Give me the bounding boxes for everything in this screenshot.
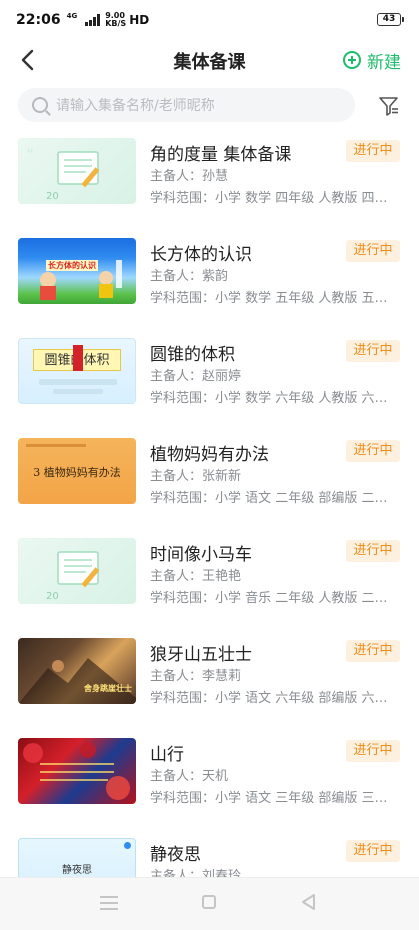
status-badge: 进行中 (346, 640, 400, 662)
lesson-title: 山行 (150, 745, 184, 765)
header: 集体备课 新建 (0, 40, 419, 80)
corner-dot-icon (124, 842, 131, 849)
lesson-thumbnail: 长方体的认识 (18, 238, 136, 304)
lesson-title: 长方体的认识 (150, 245, 252, 265)
status-badge: 进行中 (346, 240, 400, 262)
board-illustration-icon: “ (26, 145, 100, 188)
filter-button[interactable] (377, 94, 401, 118)
lesson-title: 角的度量 集体备课 (150, 145, 292, 165)
list-item[interactable]: 圆锥的体积 圆锥的体积 进行中 主备人：赵丽婷 学科范围：小学 数学 六年级 人… (0, 330, 419, 430)
lesson-owner: 主备人：王艳艳 (150, 569, 242, 584)
lesson-owner: 主备人：张新新 (150, 469, 242, 484)
thumb-caption: 静夜思 (62, 865, 92, 876)
list-item[interactable]: 静夜思 静夜思 进行中 主备人：刘春玲 (0, 830, 419, 877)
plus-circle-icon (343, 51, 361, 69)
maple-leaves-illustration-icon (23, 742, 130, 800)
status-badge: 进行中 (346, 140, 400, 162)
lesson-scope: 学科范围：小学 音乐 二年级 人教版 二… (150, 591, 388, 606)
list-item[interactable]: 长方体的认识 长方体的认识 进行中 主备人：紫韵 学科范围：小学 数学 五年级 … (0, 230, 419, 330)
thumb-line (26, 444, 86, 447)
status-time: 22:06 (16, 12, 61, 28)
status-badge: 进行中 (346, 540, 400, 562)
hd-indicator: HD (129, 13, 150, 27)
status-badge: 进行中 (346, 440, 400, 462)
search-icon (32, 97, 48, 113)
lesson-title: 圆锥的体积 (150, 345, 235, 365)
lesson-owner: 主备人：李慧莉 (150, 669, 242, 684)
battery-icon: 43 (377, 13, 404, 26)
lesson-thumbnail: 静夜思 (18, 838, 136, 877)
lesson-thumbnail: 20 (18, 538, 136, 604)
lesson-title: 植物妈妈有办法 (150, 445, 269, 465)
lesson-owner: 主备人：赵丽婷 (150, 369, 242, 384)
lesson-scope: 学科范围：小学 语文 六年级 部编版 六… (150, 691, 388, 706)
soldier-scene-illustration-icon (18, 658, 136, 704)
lesson-scope: 学科范围：小学 数学 四年级 人教版 四… (150, 191, 388, 206)
thumb-caption: 舍身跳崖壮士 (84, 684, 132, 693)
new-button[interactable]: 新建 (343, 46, 401, 74)
thumb-caption: 长方体的认识 (46, 260, 98, 271)
home-icon[interactable] (202, 895, 216, 909)
lesson-scope: 学科范围：小学 数学 六年级 人教版 六… (150, 391, 388, 406)
list-item[interactable]: 3 植物妈妈有办法 植物妈妈有办法 进行中 主备人：张新新 学科范围：小学 语文… (0, 430, 419, 530)
lesson-owner: 主备人：刘春玲 (150, 869, 242, 877)
thumb-line (53, 389, 103, 394)
thumb-line (39, 379, 117, 385)
list-item[interactable]: 舍身跳崖壮士 狼牙山五壮士 进行中 主备人：李慧莉 学科范围：小学 语文 六年级… (0, 630, 419, 730)
status-badge: 进行中 (346, 340, 400, 362)
board-illustration-icon (57, 551, 100, 588)
lesson-title: 静夜思 (150, 845, 201, 865)
status-badge: 进行中 (346, 740, 400, 762)
network-type: 4G (66, 12, 78, 20)
filter-icon (379, 97, 398, 116)
lesson-title: 狼牙山五壮士 (150, 645, 252, 665)
lesson-owner: 主备人：孙慧 (150, 169, 229, 184)
thumb-caption: 20 (46, 191, 59, 202)
status-bar: 22:06 4G 9.00 KB/S HD 43 (0, 0, 419, 40)
bookmark-icon (73, 345, 83, 371)
search-row: 请输入集备名称/老师昵称 (18, 88, 401, 124)
signal-icon (85, 14, 101, 26)
lesson-list: “ 20 角的度量 集体备课 进行中 主备人：孙慧 学科范围：小学 数学 四年级… (0, 130, 419, 877)
search-input[interactable]: 请输入集备名称/老师昵称 (18, 88, 355, 122)
thumb-caption: 20 (46, 591, 59, 602)
back-triangle-icon[interactable] (300, 893, 318, 911)
lesson-thumbnail: 3 植物妈妈有办法 (18, 438, 136, 504)
lesson-scope: 学科范围：小学 语文 二年级 部编版 二… (150, 491, 388, 506)
speed-unit: KB/S (105, 19, 127, 28)
lesson-owner: 主备人：天机 (150, 769, 229, 784)
thumb-caption: 3 植物妈妈有办法 (33, 466, 121, 479)
search-placeholder: 请输入集备名称/老师昵称 (56, 98, 215, 114)
lesson-scope: 学科范围：小学 数学 五年级 人教版 五… (150, 291, 388, 306)
kids-scene-illustration-icon (40, 260, 122, 300)
lesson-scope: 学科范围：小学 语文 三年级 部编版 三… (150, 791, 388, 806)
list-item[interactable]: 山行 进行中 主备人：天机 学科范围：小学 语文 三年级 部编版 三… (0, 730, 419, 830)
list-item[interactable]: 20 时间像小马车 进行中 主备人：王艳艳 学科范围：小学 音乐 二年级 人教版… (0, 530, 419, 630)
lesson-owner: 主备人：紫韵 (150, 269, 229, 284)
network-speed: 9.00 KB/S (105, 12, 126, 28)
list-item[interactable]: “ 20 角的度量 集体备课 进行中 主备人：孙慧 学科范围：小学 数学 四年级… (0, 130, 419, 230)
menu-icon[interactable] (100, 896, 118, 910)
lesson-title: 时间像小马车 (150, 545, 252, 565)
system-nav-bar (0, 877, 419, 930)
new-button-label: 新建 (367, 52, 401, 73)
lesson-thumbnail: 舍身跳崖壮士 (18, 638, 136, 704)
status-badge: 进行中 (346, 840, 400, 862)
lesson-thumbnail (18, 738, 136, 804)
lesson-thumbnail: 圆锥的体积 (18, 338, 136, 404)
lesson-thumbnail: “ 20 (18, 138, 136, 204)
svg-text:“: “ (26, 145, 34, 164)
